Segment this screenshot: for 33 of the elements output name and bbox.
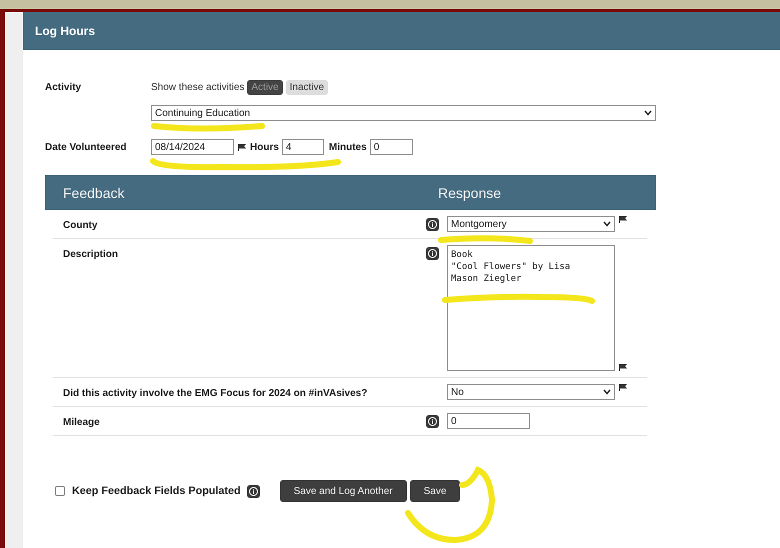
info-icon[interactable] — [426, 218, 439, 231]
dropdown[interactable]: No — [447, 384, 615, 400]
caret-icon — [603, 389, 611, 395]
column-header: Feedback — [62, 184, 126, 200]
field-label: Description — [62, 248, 120, 262]
action-button[interactable]: Save — [410, 480, 460, 502]
field-label: Hours — [250, 142, 279, 152]
caret-icon — [603, 221, 611, 227]
filter-label: Show these activities — [151, 82, 244, 93]
caret-icon — [644, 110, 652, 116]
filter-toggle[interactable]: Inactive — [286, 80, 328, 95]
info-icon[interactable] — [246, 484, 260, 498]
description-textarea[interactable]: Book "Cool Flowers" by Lisa Mason Ziegler — [447, 245, 615, 371]
field-label: Mileage — [62, 416, 101, 429]
input-field[interactable]: 0 — [447, 413, 530, 429]
action-button[interactable]: Save and Log Another — [280, 480, 407, 502]
field-label: Date Volunteered — [45, 142, 128, 152]
column-header: Response — [438, 184, 502, 200]
info-icon[interactable] — [426, 415, 439, 428]
field-label: Minutes — [328, 142, 367, 152]
checkbox-label: Keep Feedback Fields Populated — [72, 485, 241, 497]
dropdown[interactable]: Montgomery — [447, 216, 615, 232]
checkbox[interactable] — [55, 486, 65, 496]
hours-field[interactable]: 4 — [282, 139, 324, 155]
flag-icon — [238, 144, 246, 150]
date-field[interactable]: 08/14/2024 — [151, 139, 234, 155]
panel-title: Log Hours — [35, 24, 95, 38]
activity-select[interactable]: Continuing Education — [151, 105, 656, 121]
field-label: Activity — [45, 82, 82, 93]
field-label: Did this activity involve the EMG Focus for 2024 on #inVAsives? — [62, 387, 368, 400]
minutes-field[interactable]: 0 — [370, 139, 413, 155]
info-icon[interactable] — [426, 247, 439, 260]
field-label: County — [62, 219, 98, 232]
